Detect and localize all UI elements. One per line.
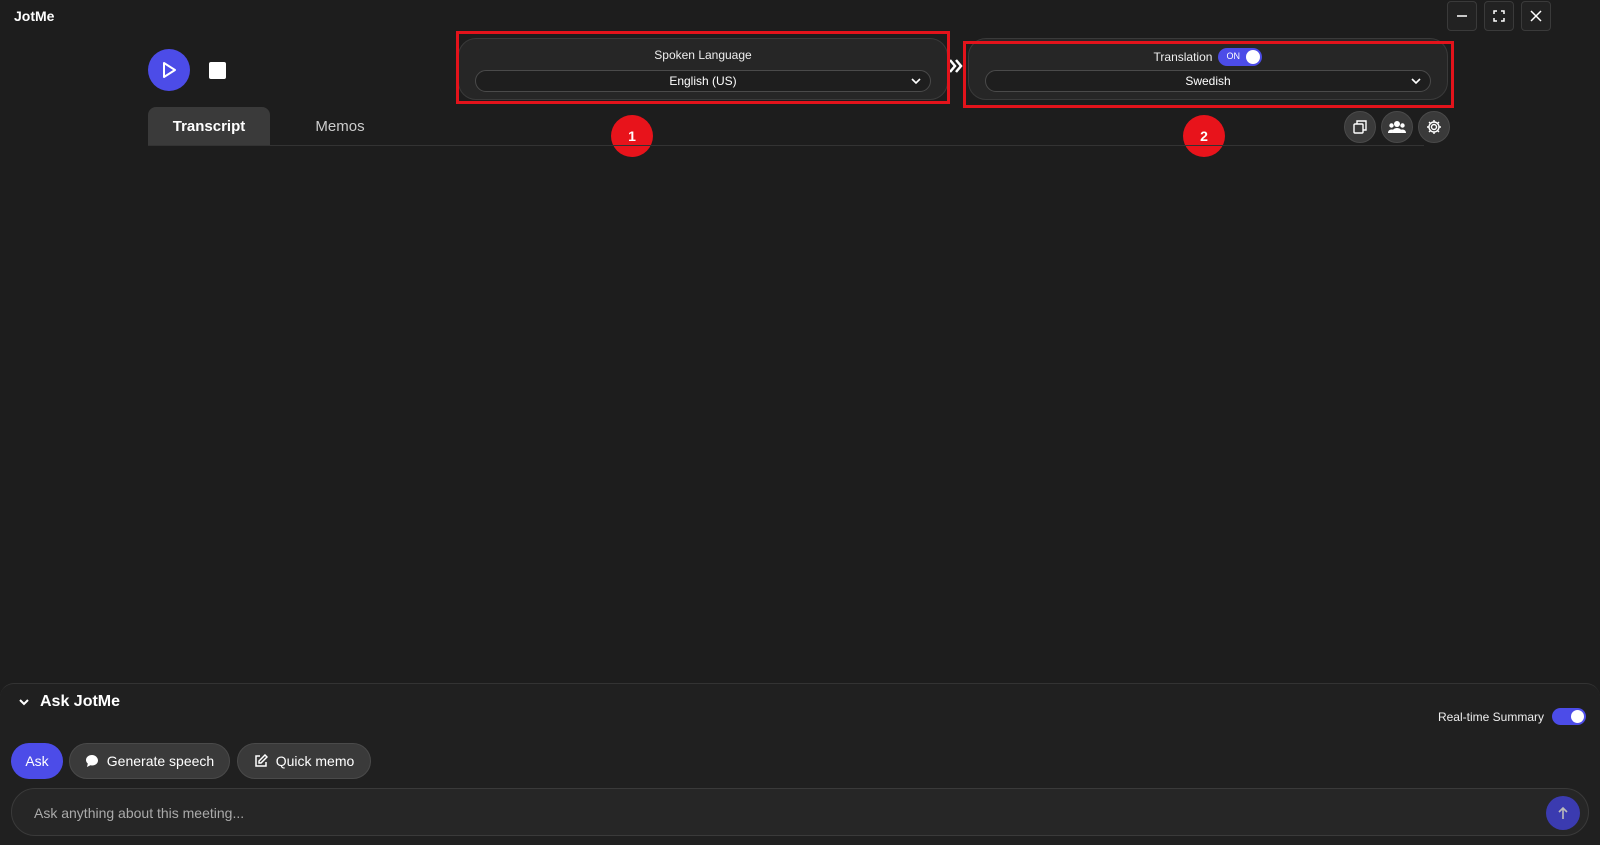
spoken-language-label: Spoken Language — [654, 48, 752, 62]
quick-memo-button[interactable]: Quick memo — [237, 743, 371, 779]
quick-memo-label: Quick memo — [275, 753, 355, 769]
translation-label: Translation — [1153, 50, 1213, 64]
close-icon — [1530, 10, 1542, 22]
generate-speech-label: Generate speech — [106, 753, 215, 769]
ask-panel-header[interactable]: Ask JotMe — [18, 693, 120, 711]
play-icon — [163, 62, 176, 78]
realtime-summary-toggle[interactable] — [1552, 708, 1586, 725]
minimize-button[interactable] — [1447, 1, 1477, 31]
double-chevron-right-icon — [949, 59, 963, 73]
arrow-up-icon — [1558, 806, 1568, 819]
tab-transcript[interactable]: Transcript — [148, 107, 270, 145]
settings-icon — [1427, 120, 1441, 134]
stop-button[interactable] — [209, 62, 226, 79]
toggle-knob — [1571, 710, 1584, 723]
spoken-language-panel: Spoken Language English (US) — [458, 38, 948, 100]
chevron-down-icon — [911, 78, 921, 85]
spoken-language-value: English (US) — [669, 74, 737, 88]
fullscreen-icon — [1493, 10, 1505, 22]
ask-input-container — [11, 788, 1589, 836]
tab-memos[interactable]: Memos — [300, 107, 380, 145]
fullscreen-button[interactable] — [1484, 1, 1514, 31]
annotation-badge-1: 1 — [611, 115, 653, 157]
spoken-language-select[interactable]: English (US) — [475, 70, 931, 92]
edit-icon — [254, 754, 268, 767]
translation-toggle[interactable]: ON — [1218, 48, 1263, 66]
translation-toggle-label: ON — [1226, 51, 1240, 61]
close-button[interactable] — [1521, 1, 1551, 31]
generate-speech-button[interactable]: Generate speech — [69, 743, 230, 779]
settings-button[interactable] — [1418, 111, 1450, 143]
chevron-down-icon — [19, 699, 29, 706]
app-title: JotMe — [14, 8, 55, 24]
annotation-badge-2: 2 — [1183, 115, 1225, 157]
ask-panel-title: Ask JotMe — [40, 693, 121, 710]
speakers-button[interactable] — [1381, 111, 1413, 143]
ask-button[interactable]: Ask — [11, 743, 63, 779]
copy-button[interactable] — [1344, 111, 1376, 143]
ask-input[interactable] — [32, 801, 1516, 825]
play-button[interactable] — [148, 49, 190, 91]
copy-icon — [1353, 120, 1367, 134]
translation-language-value: Swedish — [1185, 74, 1231, 88]
realtime-summary-label: Real-time Summary — [1437, 709, 1544, 724]
speech-bubble-icon — [85, 755, 98, 767]
chevron-down-icon — [1411, 78, 1421, 85]
ask-button-label: Ask — [25, 753, 49, 769]
speakers-icon — [1388, 121, 1406, 133]
tab-divider — [148, 145, 1424, 146]
minimize-icon — [1457, 15, 1467, 17]
translation-language-select[interactable]: Swedish — [985, 70, 1431, 92]
translation-panel: Translation ON Swedish — [968, 38, 1448, 100]
toggle-knob — [1246, 50, 1261, 64]
send-button[interactable] — [1546, 796, 1580, 830]
realtime-summary-control: Real-time Summary — [1438, 708, 1586, 725]
